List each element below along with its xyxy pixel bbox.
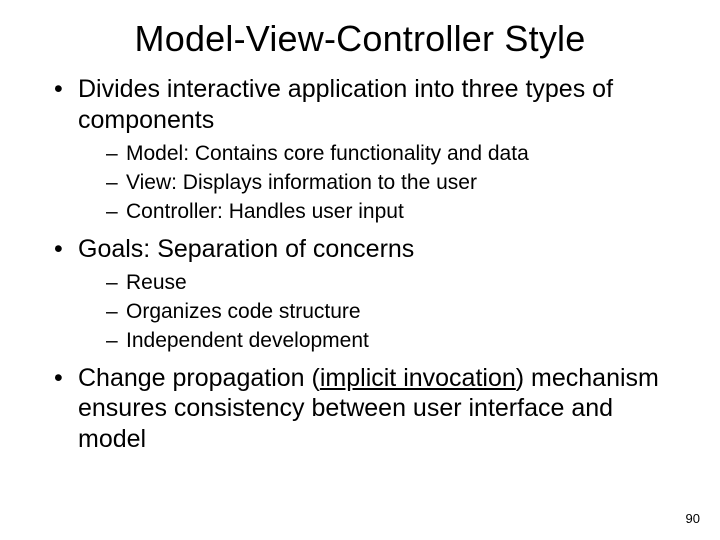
sub-bullet-list: Model: Contains core functionality and d…	[78, 141, 684, 226]
sub-bullet-item: Reuse	[106, 270, 684, 297]
bullet-list: Divides interactive application into thr…	[36, 74, 684, 454]
sub-bullet-item: Model: Contains core functionality and d…	[106, 141, 684, 168]
page-number: 90	[686, 511, 700, 526]
sub-bullet-item: Controller: Handles user input	[106, 199, 684, 226]
bullet-text: Divides interactive application into thr…	[78, 75, 613, 134]
sub-bullet-item: Organizes code structure	[106, 299, 684, 326]
bullet-text: Goals: Separation of concerns	[78, 235, 414, 263]
bullet-item: Change propagation (implicit invocation)…	[54, 363, 684, 455]
bullet-item: Goals: Separation of concerns Reuse Orga…	[54, 234, 684, 355]
bullet-item: Divides interactive application into thr…	[54, 74, 684, 226]
sub-bullet-item: View: Displays information to the user	[106, 170, 684, 197]
slide: Model-View-Controller Style Divides inte…	[0, 0, 720, 540]
sub-bullet-item: Independent development	[106, 328, 684, 355]
bullet-text-underlined: implicit invocation	[320, 364, 516, 392]
bullet-text-pre: Change propagation (	[78, 364, 320, 392]
sub-bullet-list: Reuse Organizes code structure Independe…	[78, 270, 684, 355]
slide-title: Model-View-Controller Style	[36, 18, 684, 60]
